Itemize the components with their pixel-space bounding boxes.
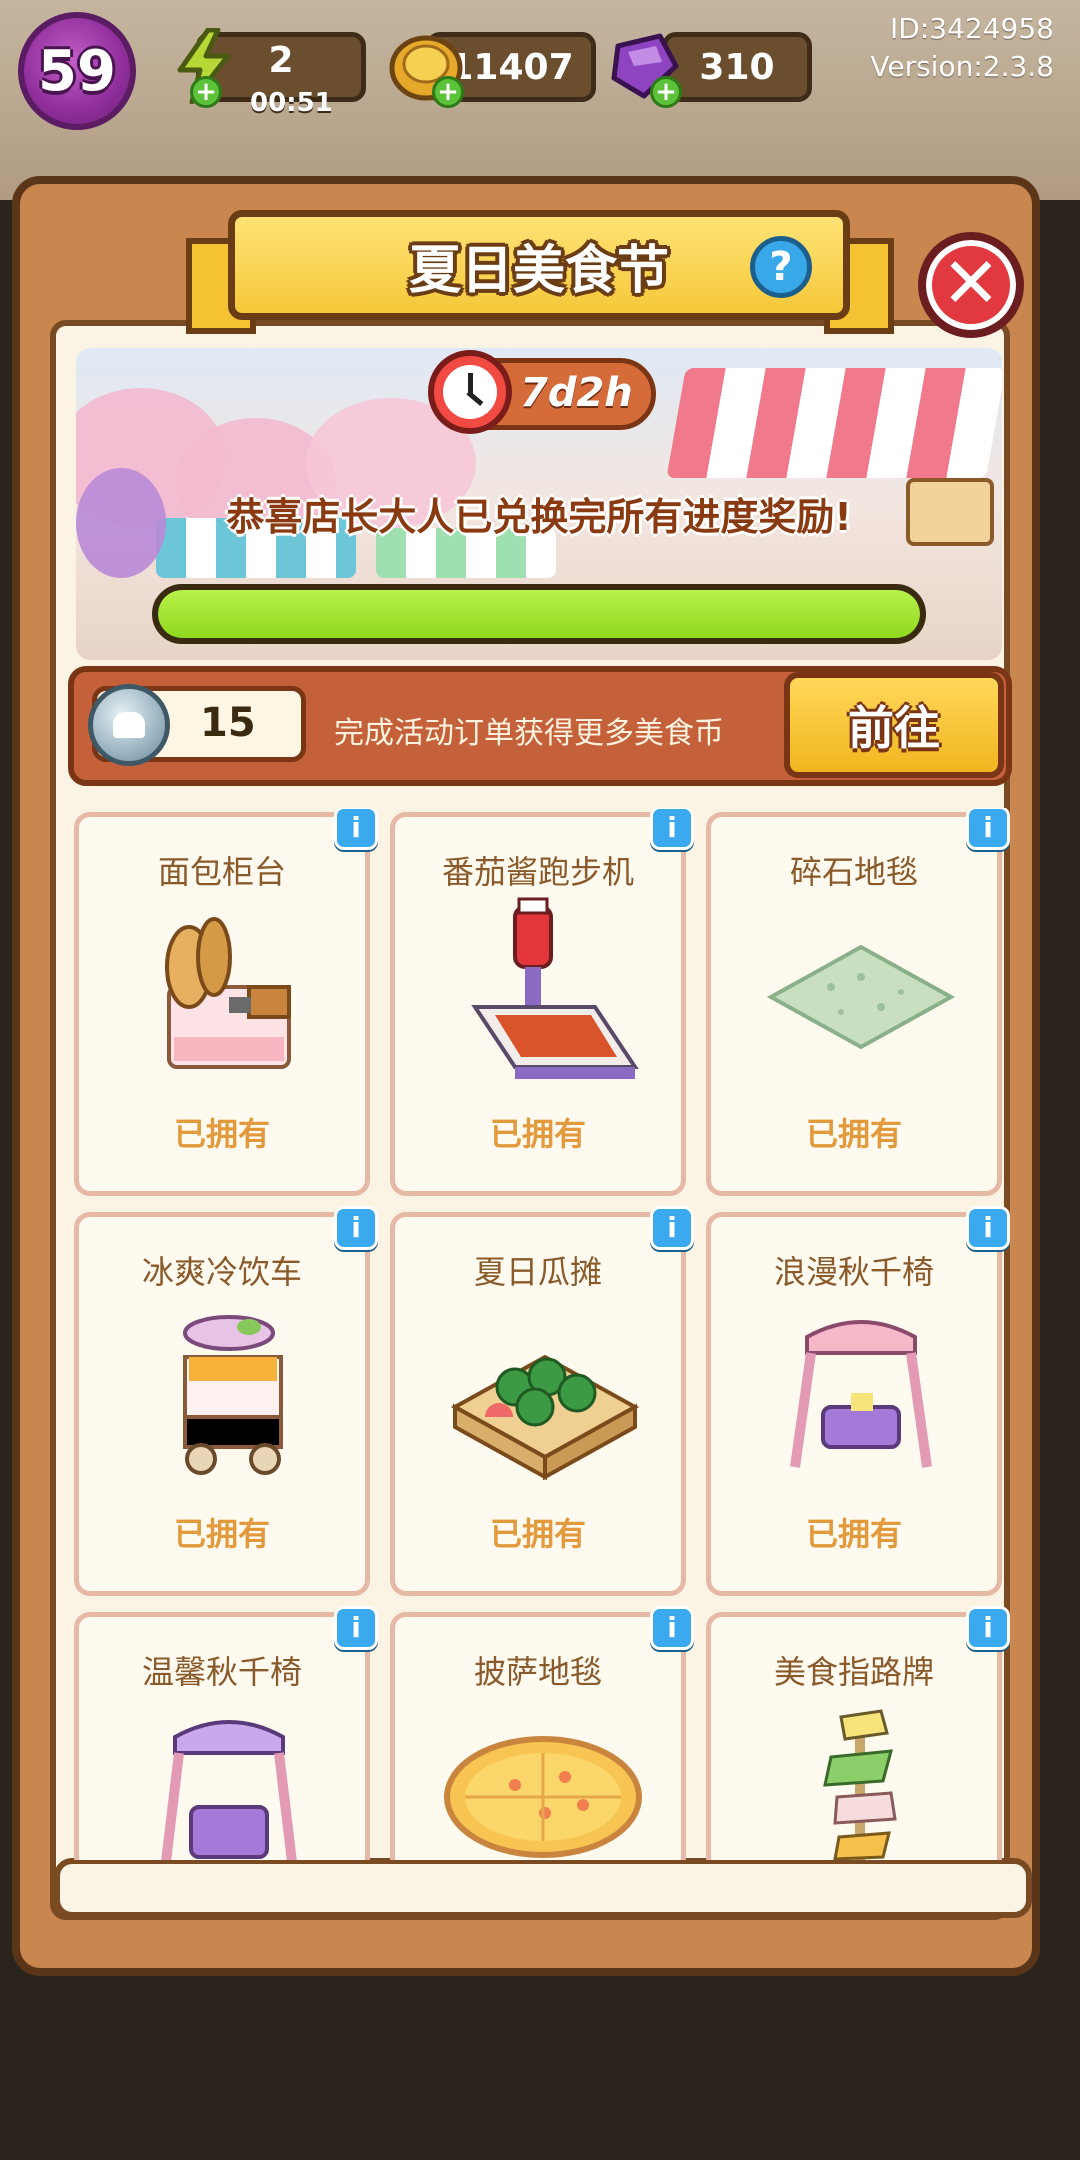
ketchup-treadmill-icon xyxy=(395,897,681,1097)
gravel-rug-icon xyxy=(711,897,997,1097)
reward-title: 碎石地毯 xyxy=(789,853,918,891)
player-id: ID:3424958 xyxy=(890,12,1054,45)
close-button[interactable]: ✕ xyxy=(918,232,1024,338)
info-button[interactable]: i xyxy=(650,808,694,850)
food-coin-count: 15 xyxy=(200,700,256,746)
food-signpost-icon xyxy=(711,1697,997,1860)
reward-grid: 面包柜台 已拥有 i 番茄酱跑步机 已拥有 i 碎石地毯 已拥有 i 冰爽冷饮车 已拥有 i 夏日瓜摊已… xyxy=(70,808,1010,1860)
reward-card[interactable]: 夏日瓜摊 已拥有 xyxy=(390,1212,686,1596)
reward-title: 冰爽冷饮车 xyxy=(141,1253,302,1291)
coin-value: 11407 xyxy=(448,46,574,88)
bread-counter-icon xyxy=(79,897,365,1097)
congrats-message: 恭喜店长大人已兑换完所有进度奖励! xyxy=(226,495,852,539)
panel-title: 夏日美食节 xyxy=(408,240,669,301)
level-number: 59 xyxy=(38,38,116,104)
goto-button[interactable]: 前往 xyxy=(784,672,1004,778)
reward-title: 美食指路牌 xyxy=(773,1653,934,1691)
reward-card[interactable]: 冰爽冷饮车 已拥有 xyxy=(74,1212,370,1596)
info-button[interactable]: i xyxy=(334,808,378,850)
info-button[interactable]: i xyxy=(334,1606,378,1650)
info-button[interactable]: i xyxy=(650,1206,694,1250)
reward-status: 已拥有 xyxy=(805,1515,902,1553)
reward-card[interactable]: 番茄酱跑步机 已拥有 xyxy=(390,812,686,1196)
purple-swing-icon xyxy=(79,1697,365,1860)
reward-card[interactable]: 温馨秋千椅 xyxy=(74,1612,370,1860)
panel-scroll-edge xyxy=(54,1858,1032,1918)
reward-status: 已拥有 xyxy=(489,1115,586,1153)
level-badge[interactable]: 59 xyxy=(18,12,136,130)
add-energy-button[interactable]: + xyxy=(190,76,222,108)
background-floor xyxy=(0,1960,1080,2160)
reward-card[interactable]: 浪漫秋千椅 已拥有 xyxy=(706,1212,1002,1596)
reward-card[interactable]: 面包柜台 已拥有 xyxy=(74,812,370,1196)
top-hud: 59 2 + 00:51 11407 + 310 + ID:3424958 Ve… xyxy=(0,0,1080,130)
reward-card[interactable]: 碎石地毯 已拥有 xyxy=(706,812,1002,1196)
reward-title: 面包柜台 xyxy=(157,853,286,891)
reward-title: 夏日瓜摊 xyxy=(473,1253,602,1291)
gem-counter: 310 xyxy=(662,32,812,102)
reward-title: 温馨秋千椅 xyxy=(141,1653,302,1691)
info-button[interactable]: i xyxy=(966,1606,1010,1650)
clock-icon xyxy=(428,350,512,434)
pizza-rug-icon xyxy=(395,1697,681,1860)
reward-card[interactable]: 披萨地毯 xyxy=(390,1612,686,1860)
reward-status: 已拥有 xyxy=(805,1115,902,1153)
reward-title: 浪漫秋千椅 xyxy=(773,1253,934,1291)
goto-label: 前往 xyxy=(848,701,940,755)
reward-title: 披萨地毯 xyxy=(473,1653,602,1691)
reward-status: 已拥有 xyxy=(173,1115,270,1153)
reward-card[interactable]: 美食指路牌 xyxy=(706,1612,1002,1860)
drink-cart-icon xyxy=(79,1297,365,1497)
build-info: ID:3424958 Version:2.3.8 xyxy=(870,10,1054,86)
energy-value: 2 xyxy=(268,39,294,81)
help-button[interactable]: ? xyxy=(750,236,812,298)
version-text: Version:2.3.8 xyxy=(870,50,1054,83)
add-gems-button[interactable]: + xyxy=(650,76,682,108)
info-button[interactable]: i xyxy=(650,1606,694,1650)
info-button[interactable]: i xyxy=(966,1206,1010,1250)
reward-status: 已拥有 xyxy=(173,1515,270,1553)
event-timer-text: 7d2h xyxy=(520,370,633,416)
reward-status: 已拥有 xyxy=(489,1515,586,1553)
info-button[interactable]: i xyxy=(334,1206,378,1250)
add-coins-button[interactable]: + xyxy=(432,76,464,108)
energy-timer: 00:51 xyxy=(250,88,333,118)
food-coin-description: 完成活动订单获得更多美食币 xyxy=(334,716,724,751)
progress-fill xyxy=(158,590,920,638)
progress-bar xyxy=(152,584,926,644)
pink-swing-icon xyxy=(711,1297,997,1497)
reward-title: 番茄酱跑步机 xyxy=(441,853,634,891)
melon-stand-icon xyxy=(395,1297,681,1497)
food-coin-icon xyxy=(88,684,170,766)
info-button[interactable]: i xyxy=(966,808,1010,850)
gem-value: 310 xyxy=(699,46,775,88)
